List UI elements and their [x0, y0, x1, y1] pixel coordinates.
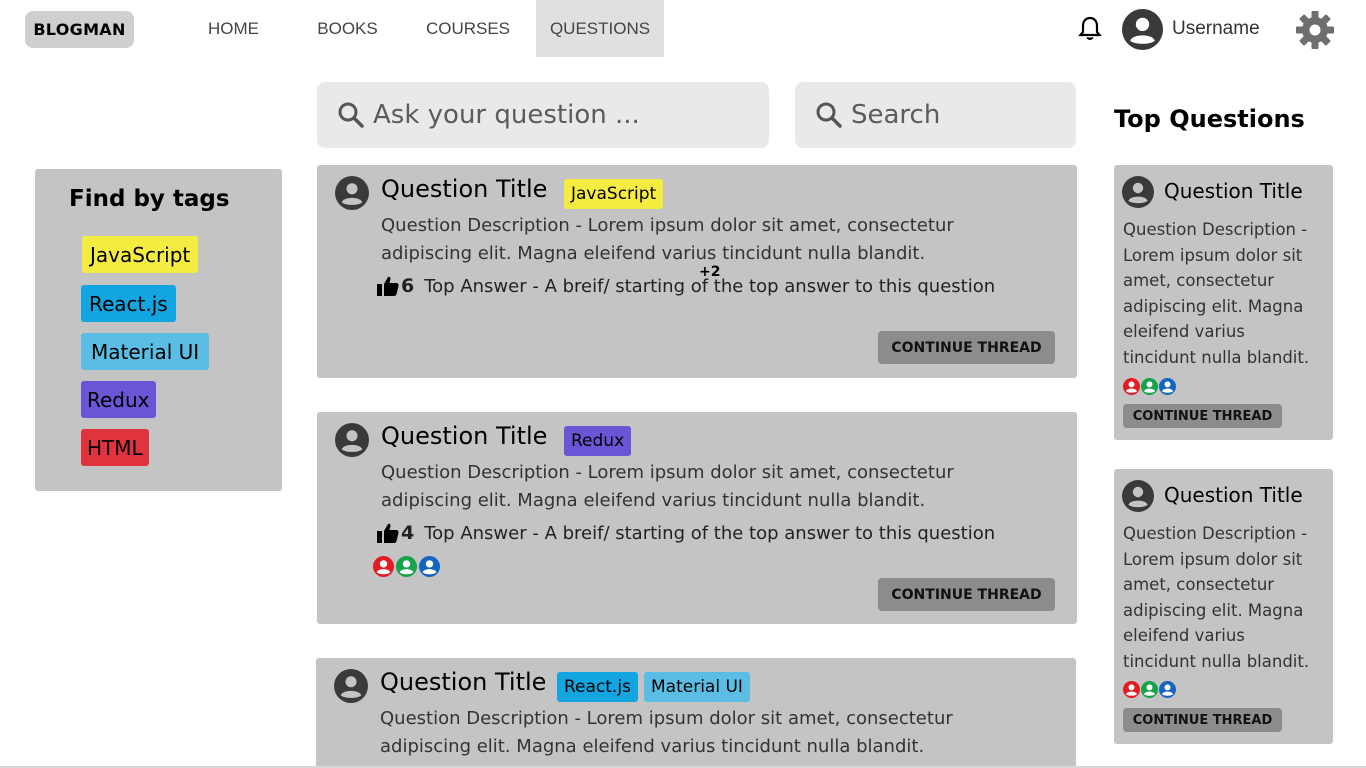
tag-chip[interactable]: JavaScript	[564, 179, 664, 209]
top-questions-heading: Top Questions	[1114, 105, 1305, 133]
search-icon	[816, 102, 842, 128]
participant-avatar-icon	[1123, 681, 1140, 698]
question-title[interactable]: Question Title	[380, 668, 546, 696]
top-question-title[interactable]: Question Title	[1164, 179, 1303, 203]
participant-avatar-icon	[1159, 378, 1176, 395]
search-bar[interactable]	[795, 82, 1076, 148]
search-input[interactable]	[851, 100, 1076, 130]
top-question-card: Question Title Question Description - Lo…	[1114, 469, 1333, 744]
participant-avatar-icon	[1159, 681, 1176, 698]
continue-thread-button[interactable]: CONTINUE THREAD	[1123, 708, 1282, 732]
nav-books[interactable]: BOOKS	[304, 0, 391, 57]
question-card: Question Title Redux Question Descriptio…	[317, 412, 1077, 624]
user-avatar-icon	[335, 176, 369, 210]
tag-chip[interactable]: Material UI	[644, 672, 750, 702]
question-title[interactable]: Question Title	[381, 175, 547, 203]
tag-html[interactable]: HTML	[81, 429, 149, 466]
question-description: Question Description - Lorem ipsum dolor…	[380, 708, 953, 757]
search-icon	[338, 102, 364, 128]
continue-thread-button[interactable]: CONTINUE THREAD	[1123, 404, 1282, 428]
username[interactable]: Username	[1172, 18, 1260, 40]
participant-avatar-icon	[419, 556, 440, 577]
tag-material-ui[interactable]: Material UI	[81, 333, 210, 370]
participant-avatar-icon	[396, 556, 417, 577]
top-answer-row: 4 Top Answer - A breif/ starting of the …	[377, 522, 995, 544]
user-avatar-icon	[335, 423, 369, 457]
tag-redux[interactable]: Redux	[81, 381, 156, 418]
participant-avatars[interactable]	[373, 556, 442, 577]
question-title[interactable]: Question Title	[381, 422, 547, 450]
question-description: Question Description - Lorem ipsum dolor…	[381, 215, 954, 264]
participant-avatars[interactable]	[1123, 681, 1177, 698]
participant-avatars[interactable]	[1123, 378, 1177, 395]
ask-question-input[interactable]	[373, 100, 769, 130]
top-answer-text: Top Answer - A breif/ starting of the to…	[424, 522, 996, 544]
question-card: Question Title React.js Material UI Ques…	[316, 658, 1076, 768]
user-avatar-icon[interactable]	[1122, 9, 1163, 50]
extra-count: +2	[699, 264, 721, 280]
like-count: 4	[401, 522, 415, 544]
user-avatar-icon	[334, 669, 368, 703]
participant-avatar-icon	[1141, 681, 1158, 698]
tag-chip[interactable]: Redux	[564, 426, 632, 456]
top-question-title[interactable]: Question Title	[1164, 483, 1303, 507]
nav-questions[interactable]: QUESTIONS	[536, 0, 664, 57]
nav-courses[interactable]: COURSES	[414, 0, 522, 57]
thumbs-up-icon[interactable]	[377, 523, 399, 543]
question-description: Question Description - Lorem ipsum dolor…	[381, 462, 954, 511]
continue-thread-button[interactable]: CONTINUE THREAD	[878, 331, 1055, 364]
participant-avatar-icon	[1123, 378, 1140, 395]
participant-avatar-icon	[1141, 378, 1158, 395]
tag-reactjs[interactable]: React.js	[81, 285, 176, 322]
top-answer-row: 6 Top Answer - A breif/ starting of the …	[377, 275, 995, 297]
tags-panel-title: Find by tags	[69, 186, 230, 212]
ask-question-bar[interactable]	[317, 82, 769, 148]
question-card: Question Title JavaScript Question Descr…	[317, 165, 1077, 378]
nav-home[interactable]: HOME	[190, 0, 277, 57]
user-avatar-icon	[1122, 480, 1154, 512]
user-avatar-icon	[1122, 176, 1154, 208]
bell-icon[interactable]	[1078, 16, 1102, 42]
tag-chip[interactable]: React.js	[557, 672, 638, 702]
gear-icon[interactable]	[1295, 10, 1335, 50]
thumbs-up-icon[interactable]	[377, 276, 399, 296]
continue-thread-button[interactable]: CONTINUE THREAD	[878, 578, 1055, 611]
tags-panel: Find by tags JavaScript React.js Materia…	[35, 169, 282, 491]
top-question-description: Question Description - Lorem ipsum dolor…	[1123, 524, 1310, 671]
tag-javascript[interactable]: JavaScript	[82, 236, 199, 273]
top-question-card: Question Title Question Description - Lo…	[1114, 165, 1333, 440]
like-count: 6	[401, 275, 415, 297]
top-question-description: Question Description - Lorem ipsum dolor…	[1123, 220, 1310, 367]
logo[interactable]: BLOGMAN	[25, 11, 134, 48]
participant-avatar-icon	[373, 556, 394, 577]
